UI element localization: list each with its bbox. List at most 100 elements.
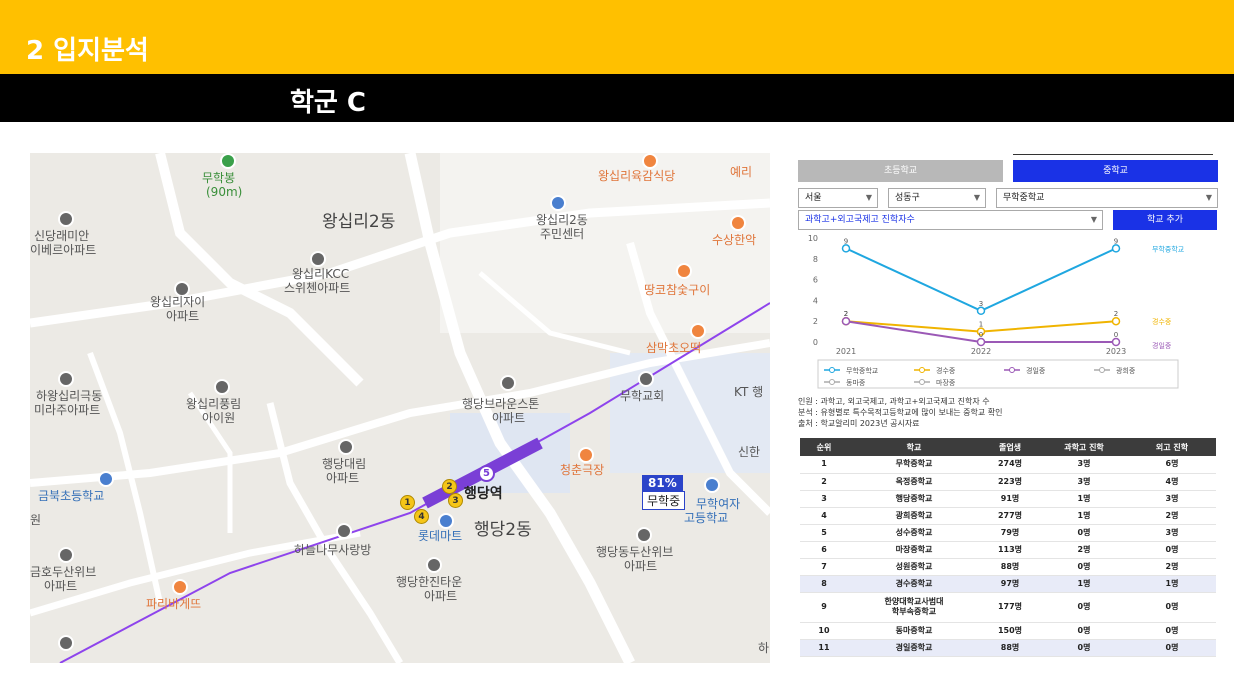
map-label-won: 원 [30, 513, 42, 527]
table-row[interactable]: 11 경일중학교 88명 0명 0명 [800, 639, 1216, 657]
tab-middle-school[interactable]: 중학교 [1013, 160, 1218, 182]
data-label: 9 [1114, 237, 1118, 245]
city-select[interactable]: 서울 ▼ [798, 188, 878, 208]
table-cell: 0명 [1040, 524, 1128, 542]
table-cell: 성수중학교 [848, 524, 980, 542]
school-select[interactable]: 무학중학교 ▼ [996, 188, 1218, 208]
table-row[interactable]: 6 마장중학교 113명 2명 0명 [800, 541, 1216, 559]
table-cell-text: 1명 [1165, 578, 1179, 588]
table-row[interactable]: 10 동마중학교 150명 0명 0명 [800, 622, 1216, 640]
table-row[interactable]: 1 무학중학교 274명 3명 6명 [800, 456, 1216, 474]
restaurant-pin-icon[interactable] [690, 323, 706, 339]
table-cell: 177명 [980, 592, 1040, 623]
station-exit-2-icon[interactable]: 2 [442, 479, 457, 494]
data-label: 1 [979, 321, 983, 329]
subway-line-5-icon[interactable]: 5 [478, 465, 495, 482]
mart-pin-icon[interactable] [438, 513, 454, 529]
table-row[interactable]: 9 한양대학교사범대 학부속중학교 177명 0명 0명 [800, 592, 1216, 623]
chevron-down-icon: ▼ [1205, 193, 1212, 202]
apartment-pin-icon[interactable] [500, 375, 516, 391]
table-cell-text: 광희중학교 [895, 510, 933, 520]
table-cell-text: 88명 [1000, 561, 1020, 571]
data-point [1111, 337, 1121, 347]
series-end-label: 무학중학교 [1152, 244, 1185, 253]
table-cell: 277명 [980, 507, 1040, 525]
map-label-geumho-1: 금호두산위브 [30, 565, 97, 579]
table-cell-text: 마장중학교 [895, 544, 933, 554]
bakery-pin-icon[interactable] [172, 579, 188, 595]
note-line-2: 분석 : 유형별로 특수목적고등학교에 많이 보내는 중학교 확인 [798, 408, 1003, 417]
legend-marker [829, 367, 835, 373]
theater-pin-icon[interactable] [578, 447, 594, 463]
data-label: 2 [1114, 310, 1118, 318]
apartment-pin-icon[interactable] [636, 527, 652, 543]
table-cell-text: 150명 [997, 625, 1023, 635]
apartment-pin-icon[interactable] [426, 557, 442, 573]
school-panel: 초등학교 중학교 서울 ▼ 성동구 ▼ 무학중학교 ▼ 과학고+외고국제고 진학… [798, 150, 1218, 665]
apartment-pin-icon[interactable] [58, 371, 74, 387]
table-cell: 무학중학교 [848, 456, 980, 474]
table-cell-text: 0명 [1077, 561, 1091, 571]
apartment-pin-icon[interactable] [310, 251, 326, 267]
table-cell-text: 무학중학교 [895, 459, 933, 469]
apartment-pin-icon[interactable] [58, 211, 74, 227]
school-pin-icon[interactable] [98, 471, 114, 487]
legend-label: 마장중 [936, 378, 956, 387]
school-flag-percent[interactable]: 81% [642, 475, 683, 491]
school-type-tabs: 초등학교 중학교 [798, 154, 1218, 182]
legend-label: 경일중 [1026, 366, 1046, 375]
station-exit-3-icon[interactable]: 3 [448, 493, 463, 508]
subheader-bar: 학군 C [0, 74, 1234, 122]
table-row[interactable]: 4 광희중학교 277명 1명 2명 [800, 507, 1216, 525]
restaurant-pin-icon[interactable] [730, 215, 746, 231]
map-label-hanjin-1: 행당한진타운 [396, 575, 463, 589]
map-label-sinhan: 신한 [738, 445, 761, 459]
tab-elementary[interactable]: 초등학교 [798, 160, 1003, 182]
table-cell-text: 2명 [1077, 544, 1091, 554]
apartment-pin-icon[interactable] [214, 379, 230, 395]
station-exit-4-icon[interactable]: 4 [414, 509, 429, 524]
table-cell-text: 97명 [1000, 578, 1020, 588]
table-row[interactable]: 5 성수중학교 79명 0명 3명 [800, 524, 1216, 542]
map-view[interactable]: 무학봉 (90m) 왕십리2동 왕십리2동 주민센터 왕십리육감식당 예리 신당… [30, 153, 770, 663]
restaurant-pin-icon[interactable] [642, 153, 658, 169]
apartment-pin-icon[interactable] [58, 635, 74, 651]
map-label-sinsangrae-1: 신당래미안 [34, 229, 90, 243]
apartment-pin-icon[interactable] [58, 547, 74, 563]
y-tick-label: 8 [813, 255, 818, 264]
table-cell: 마장중학교 [848, 541, 980, 559]
table-cell-text: 3명 [1165, 493, 1179, 503]
school-pin-icon[interactable] [704, 477, 720, 493]
table-cell-text: 6 [821, 544, 827, 554]
table-row[interactable]: 8 경수중학교 97명 1명 1명 [800, 575, 1216, 593]
community-center-pin-icon[interactable] [550, 195, 566, 211]
church-pin-icon[interactable] [638, 371, 654, 387]
table-row[interactable]: 7 성원중학교 88명 0명 2명 [800, 558, 1216, 576]
table-row[interactable]: 3 행당중학교 91명 1명 3명 [800, 490, 1216, 508]
map-label-brown-1: 행당브라운스톤 [462, 397, 540, 411]
table-cell: 1명 [1040, 490, 1128, 508]
mountain-pin-icon[interactable] [220, 153, 236, 169]
table-cell-text: 3 [821, 493, 827, 503]
table-cell-text: 2명 [1165, 510, 1179, 520]
map-label-kcc-1: 왕십리KCC [292, 267, 350, 281]
legend-label: 무학중학교 [846, 366, 879, 375]
map-label-pungrim-1: 왕십리풍림 [186, 397, 242, 411]
restaurant-pin-icon[interactable] [676, 263, 692, 279]
district-select[interactable]: 성동구 ▼ [888, 188, 986, 208]
community-pin-icon[interactable] [336, 523, 352, 539]
map-label-haengdang-station[interactable]: 행당역 [464, 487, 503, 501]
metric-select[interactable]: 과학고+외고국제고 진학자수 ▼ [798, 210, 1103, 230]
table-cell-text: 7 [821, 561, 827, 571]
map-label-lotte: 롯데마트 [418, 529, 463, 543]
station-exit-1-icon[interactable]: 1 [400, 495, 415, 510]
table-row[interactable]: 2 옥정중학교 223명 3명 4명 [800, 473, 1216, 491]
add-school-button[interactable]: 학교 추가 [1113, 210, 1217, 230]
table-cell-text: 성수중학교 [895, 527, 933, 537]
table-cell: 0명 [1128, 639, 1216, 657]
apartment-pin-icon[interactable] [338, 439, 354, 455]
table-cell: 1명 [1040, 507, 1128, 525]
map-label-muhak-girls-2: 고등학교 [684, 511, 729, 525]
school-flag-name[interactable]: 무학중 [642, 491, 686, 510]
map-label-zai-2: 아파트 [166, 309, 200, 323]
